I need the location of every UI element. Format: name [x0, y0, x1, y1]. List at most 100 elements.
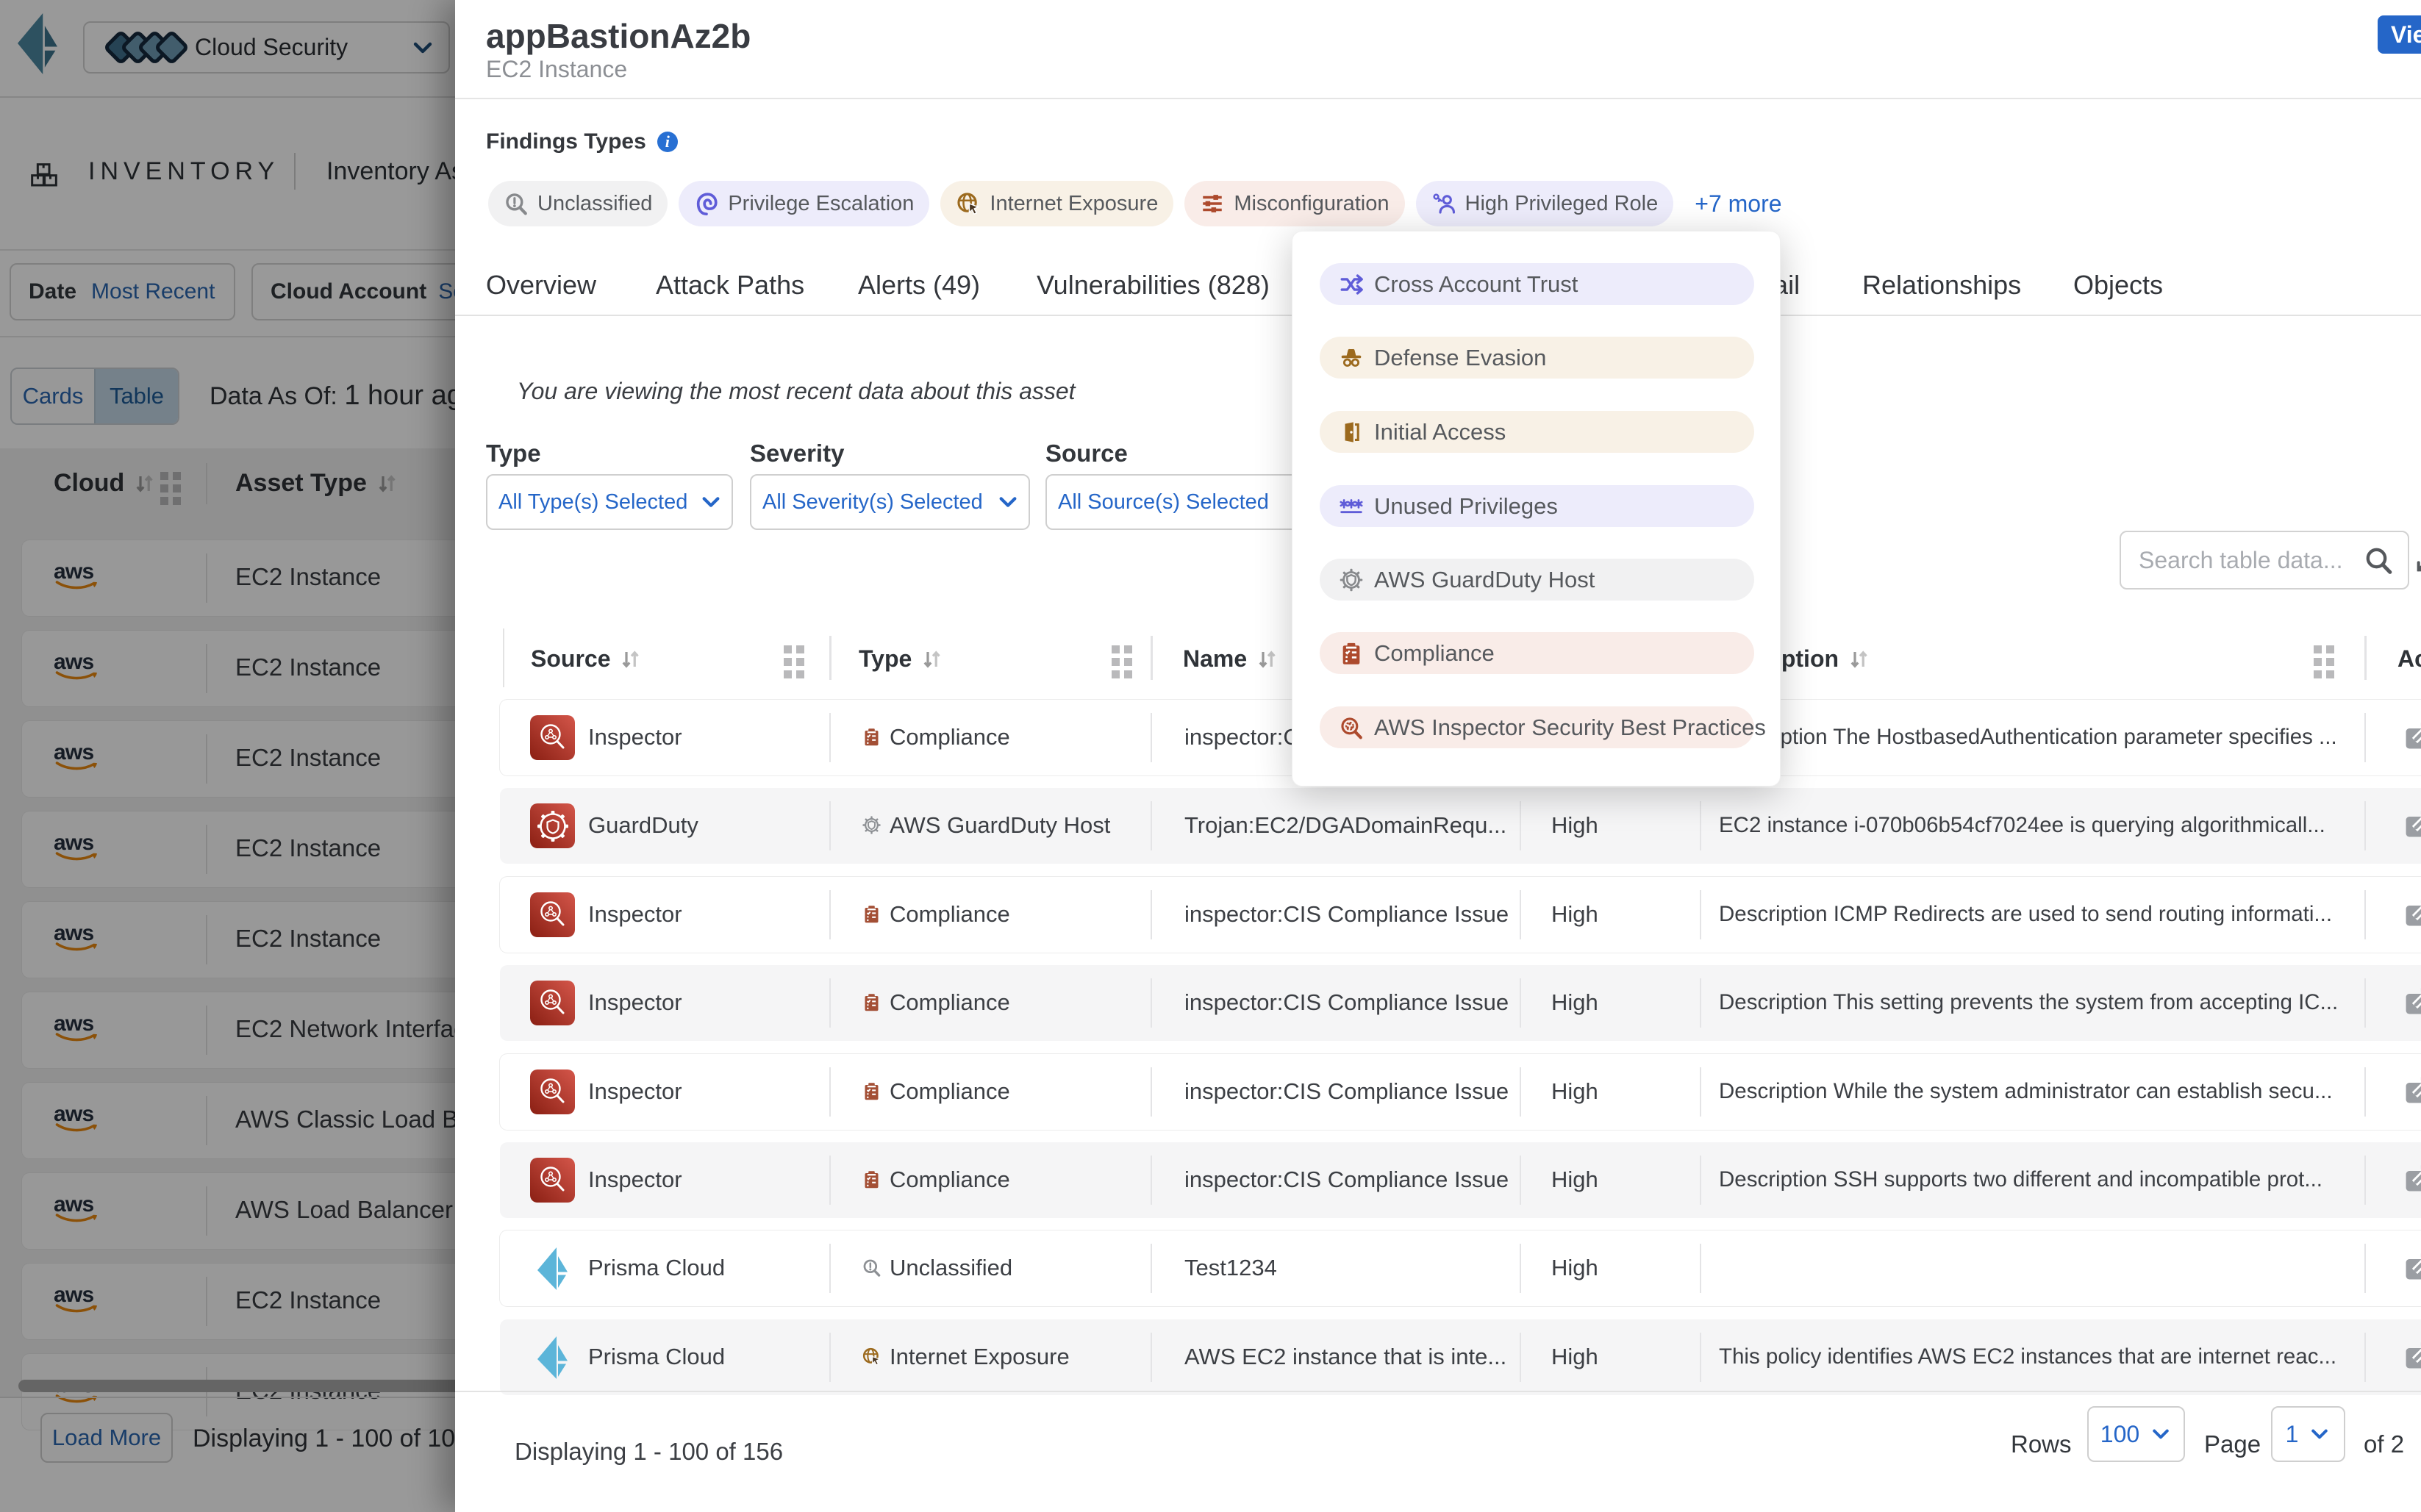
finding-row[interactable]: GuardDutyAWS GuardDuty HostTrojan:EC2/DG…: [500, 788, 2421, 864]
sort-icon: [920, 648, 943, 670]
tab[interactable]: Relationships: [1862, 270, 2021, 301]
chevron-down-icon: [699, 490, 723, 514]
open-in-new-icon: [2403, 720, 2421, 753]
filter-label: Source: [1045, 440, 1128, 467]
drag-handle-icon[interactable]: [2314, 645, 2334, 678]
page-label: Page: [2204, 1430, 2261, 1458]
chevron-down-icon: [996, 490, 1020, 514]
column-divider: [1151, 636, 1153, 680]
of-pages-text: of 2: [2364, 1430, 2404, 1458]
sort-icon: [1848, 648, 1870, 670]
clipboard-check-icon: [862, 1169, 881, 1189]
search-icon: [2364, 545, 2393, 575]
open-finding-button[interactable]: [2403, 1251, 2421, 1287]
findings-column-header[interactable]: Actions: [2397, 645, 2421, 673]
asterisks-icon: [1339, 494, 1364, 519]
sliders-icon: [1200, 191, 1225, 216]
finding-type-chip[interactable]: AWS Inspector Security Best Practices: [1320, 706, 1754, 748]
table-search: [2120, 531, 2409, 590]
fingerprint-icon: [694, 191, 719, 216]
finding-type-chip[interactable]: AWS GuardDuty Host: [1320, 559, 1754, 601]
finding-type-chip[interactable]: Unclassified: [488, 181, 668, 226]
shuffle-icon: [1339, 272, 1364, 297]
filter-label: Type: [486, 440, 541, 467]
finding-type-chip[interactable]: Privilege Escalation: [679, 181, 929, 226]
rows-select[interactable]: 100: [2087, 1406, 2185, 1462]
guardduty-icon: [530, 803, 575, 848]
finding-row[interactable]: Prisma CloudInternet ExposureAWS EC2 ins…: [500, 1319, 2421, 1395]
finding-type-chip[interactable]: Cross Account Trust: [1320, 263, 1754, 305]
open-in-new-icon: [2403, 809, 2421, 841]
open-in-new-icon: [2403, 1075, 2421, 1107]
column-divider: [829, 636, 832, 680]
finding-row[interactable]: Prisma CloudUnclassifiedTest1234High: [500, 1230, 2421, 1306]
column-divider: [2364, 636, 2367, 680]
divider: [455, 1391, 2421, 1392]
finding-type-chip[interactable]: Initial Access: [1320, 411, 1754, 453]
findings-column-header[interactable]: Name: [1183, 645, 1278, 673]
finding-type-chip[interactable]: High Privileged Role: [1416, 181, 1674, 226]
tab[interactable]: Objects: [2073, 270, 2163, 301]
finding-row[interactable]: InspectorComplianceinspector:CIS Complia…: [500, 877, 2421, 953]
finding-type-chip[interactable]: Misconfiguration: [1184, 181, 1404, 226]
key-user-icon: [1431, 191, 1456, 216]
clipboard-check-icon: [1339, 641, 1364, 666]
filter-label: Severity: [750, 440, 844, 467]
globe-cursor-icon: [862, 1347, 881, 1366]
findings-column-header[interactable]: Type: [859, 645, 943, 673]
filter-select[interactable]: All Source(s) Selected: [1045, 474, 1325, 530]
finding-type-chip[interactable]: Defense Evasion: [1320, 337, 1754, 379]
filter-select[interactable]: All Severity(s) Selected: [750, 474, 1030, 530]
divider: [455, 98, 2421, 99]
findings-column-header[interactable]: Source: [531, 645, 641, 673]
more-findings-popup: Cross Account Trust Defense Evasion Init…: [1292, 231, 1781, 787]
open-in-new-icon: [2403, 897, 2421, 930]
tab[interactable]: Alerts (49): [858, 270, 980, 301]
finding-row[interactable]: InspectorComplianceinspector:CIS Complia…: [500, 1054, 2421, 1130]
door-icon: [1339, 420, 1364, 445]
clipboard-check-icon: [862, 727, 881, 747]
chevron-down-icon: [2150, 1423, 2172, 1445]
open-finding-button[interactable]: [2403, 809, 2421, 845]
open-in-new-icon: [2403, 1340, 2421, 1372]
inspector-icon: [530, 981, 575, 1025]
findings-types-row: Findings Types i: [486, 129, 678, 154]
open-in-new-icon: [2403, 1251, 2421, 1283]
page-select[interactable]: 1: [2271, 1406, 2345, 1462]
tab[interactable]: Vulnerabilities (828): [1037, 270, 1270, 301]
inspector-icon: [530, 1158, 575, 1203]
open-in-new-icon: [2403, 1163, 2421, 1195]
open-finding-button[interactable]: [2403, 720, 2421, 756]
drag-handle-icon[interactable]: [1112, 645, 1132, 678]
info-icon[interactable]: i: [657, 132, 678, 152]
tab[interactable]: Attack Paths: [656, 270, 804, 301]
screen: aws Cloud Security INVENTORY Inventory A…: [0, 0, 2421, 1512]
open-finding-button[interactable]: [2403, 1075, 2421, 1111]
tab[interactable]: Overview: [486, 270, 596, 301]
displaying-text: Displaying 1 - 100 of 156: [515, 1438, 783, 1466]
open-in-new-icon: [2403, 986, 2421, 1018]
finding-type-chip[interactable]: Internet Exposure: [940, 181, 1173, 226]
open-finding-button[interactable]: [2403, 1340, 2421, 1376]
finding-row[interactable]: InspectorComplianceinspector:CIS Complia…: [500, 965, 2421, 1041]
clipboard-check-icon: [862, 904, 881, 924]
finding-row[interactable]: InspectorComplianceinspector:CIS Complia…: [500, 1142, 2421, 1218]
open-finding-button[interactable]: [2403, 986, 2421, 1022]
finding-type-chip[interactable]: Compliance: [1320, 632, 1754, 674]
finding-type-chip[interactable]: Unused Privileges: [1320, 485, 1754, 527]
asset-subtitle: EC2 Instance: [486, 56, 627, 83]
magnifier-gear-icon: [1339, 715, 1364, 740]
chevron-down-icon: [2309, 1423, 2331, 1445]
search-input[interactable]: [2139, 547, 2359, 574]
open-finding-button[interactable]: [2403, 897, 2421, 934]
prisma-cloud-icon: [537, 1247, 568, 1290]
filter-select[interactable]: All Type(s) Selected: [486, 474, 733, 530]
findings-types-chips: Unclassified Privilege Escalation Intern…: [488, 181, 1782, 226]
drag-handle-icon[interactable]: [784, 645, 804, 678]
inspector-icon: [530, 715, 575, 760]
more-findings-link[interactable]: +7 more: [1695, 190, 1781, 218]
open-finding-button[interactable]: [2403, 1163, 2421, 1199]
view-button[interactable]: Vie: [2378, 15, 2421, 54]
findings-types-label: Findings Types: [486, 129, 646, 154]
recent-data-note: You are viewing the most recent data abo…: [517, 378, 1076, 405]
